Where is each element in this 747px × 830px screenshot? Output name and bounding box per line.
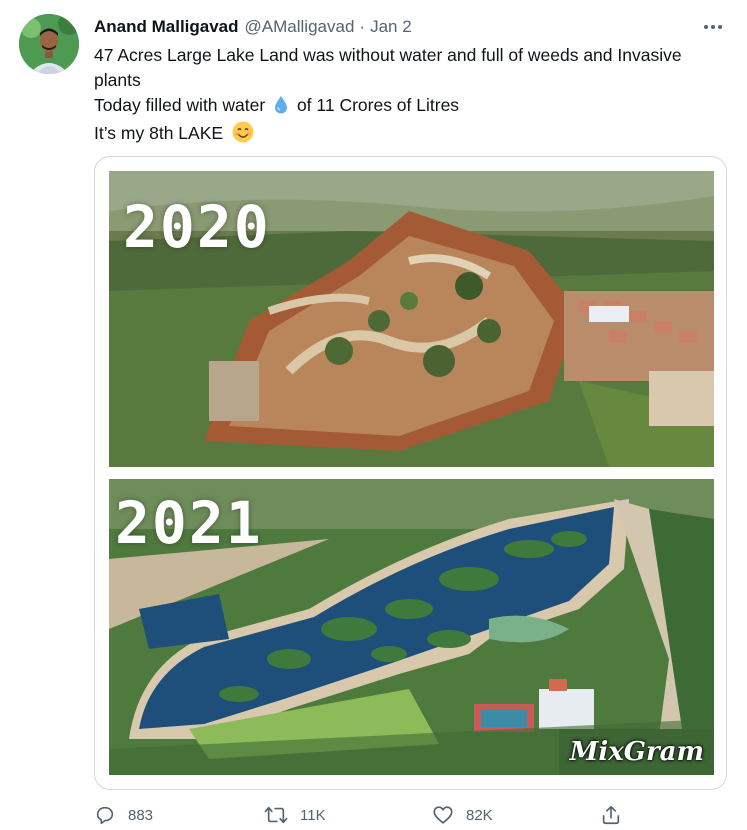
more-icon[interactable]: [699, 15, 727, 39]
retweet-count: 11K: [300, 806, 326, 824]
author-handle[interactable]: @AMalligavad: [245, 17, 355, 37]
avatar[interactable]: [19, 14, 79, 74]
media-card[interactable]: 2020 2021 MixGram: [94, 156, 727, 790]
avatar-image: [19, 14, 79, 74]
like-count: 82K: [466, 806, 493, 824]
watermark-logo: MixGram: [569, 737, 704, 767]
tweet-text-line-4: It’s my 8th LAKE: [94, 121, 734, 150]
retweet-button[interactable]: 11K: [264, 804, 326, 826]
reply-icon: [94, 804, 116, 826]
tweet-date[interactable]: Jan 2: [370, 17, 412, 37]
tweet-text-line-3a: Today filled with water: [94, 95, 266, 115]
separator: ·: [359, 17, 366, 36]
reply-count: 883: [128, 806, 154, 824]
tweet-text-line-4a: It’s my 8th LAKE: [94, 123, 224, 143]
year-label-2021: 2021: [115, 489, 263, 557]
photo-2021[interactable]: 2021 MixGram: [109, 479, 714, 775]
smiling-face-icon: [232, 121, 254, 150]
photo-2020[interactable]: 2020: [109, 171, 714, 467]
tweet-text-line-1: 47 Acres Large Lake Land was without wat…: [94, 45, 682, 65]
share-icon: [600, 804, 622, 826]
year-label-2020: 2020: [123, 193, 271, 261]
share-button[interactable]: [600, 804, 622, 826]
tweet-text: 47 Acres Large Lake Land was without wat…: [94, 43, 734, 150]
tweet-text-line-3: Today filled with water of 11 Crores of …: [94, 93, 734, 121]
tweet-text-line-2: plants: [94, 70, 141, 90]
like-button[interactable]: 82K: [432, 804, 493, 826]
heart-icon: [432, 804, 454, 826]
action-bar: 883 11K 82K: [94, 800, 654, 830]
droplet-icon: [274, 95, 288, 121]
tweet-header: Anand Malligavad @AMalligavad · Jan 2: [94, 15, 727, 39]
retweet-icon: [264, 804, 288, 826]
author-name[interactable]: Anand Malligavad: [94, 17, 239, 37]
tweet[interactable]: Anand Malligavad @AMalligavad · Jan 2 47…: [0, 0, 747, 830]
tweet-text-line-3b: of 11 Crores of Litres: [296, 95, 460, 115]
reply-button[interactable]: 883: [94, 804, 153, 826]
